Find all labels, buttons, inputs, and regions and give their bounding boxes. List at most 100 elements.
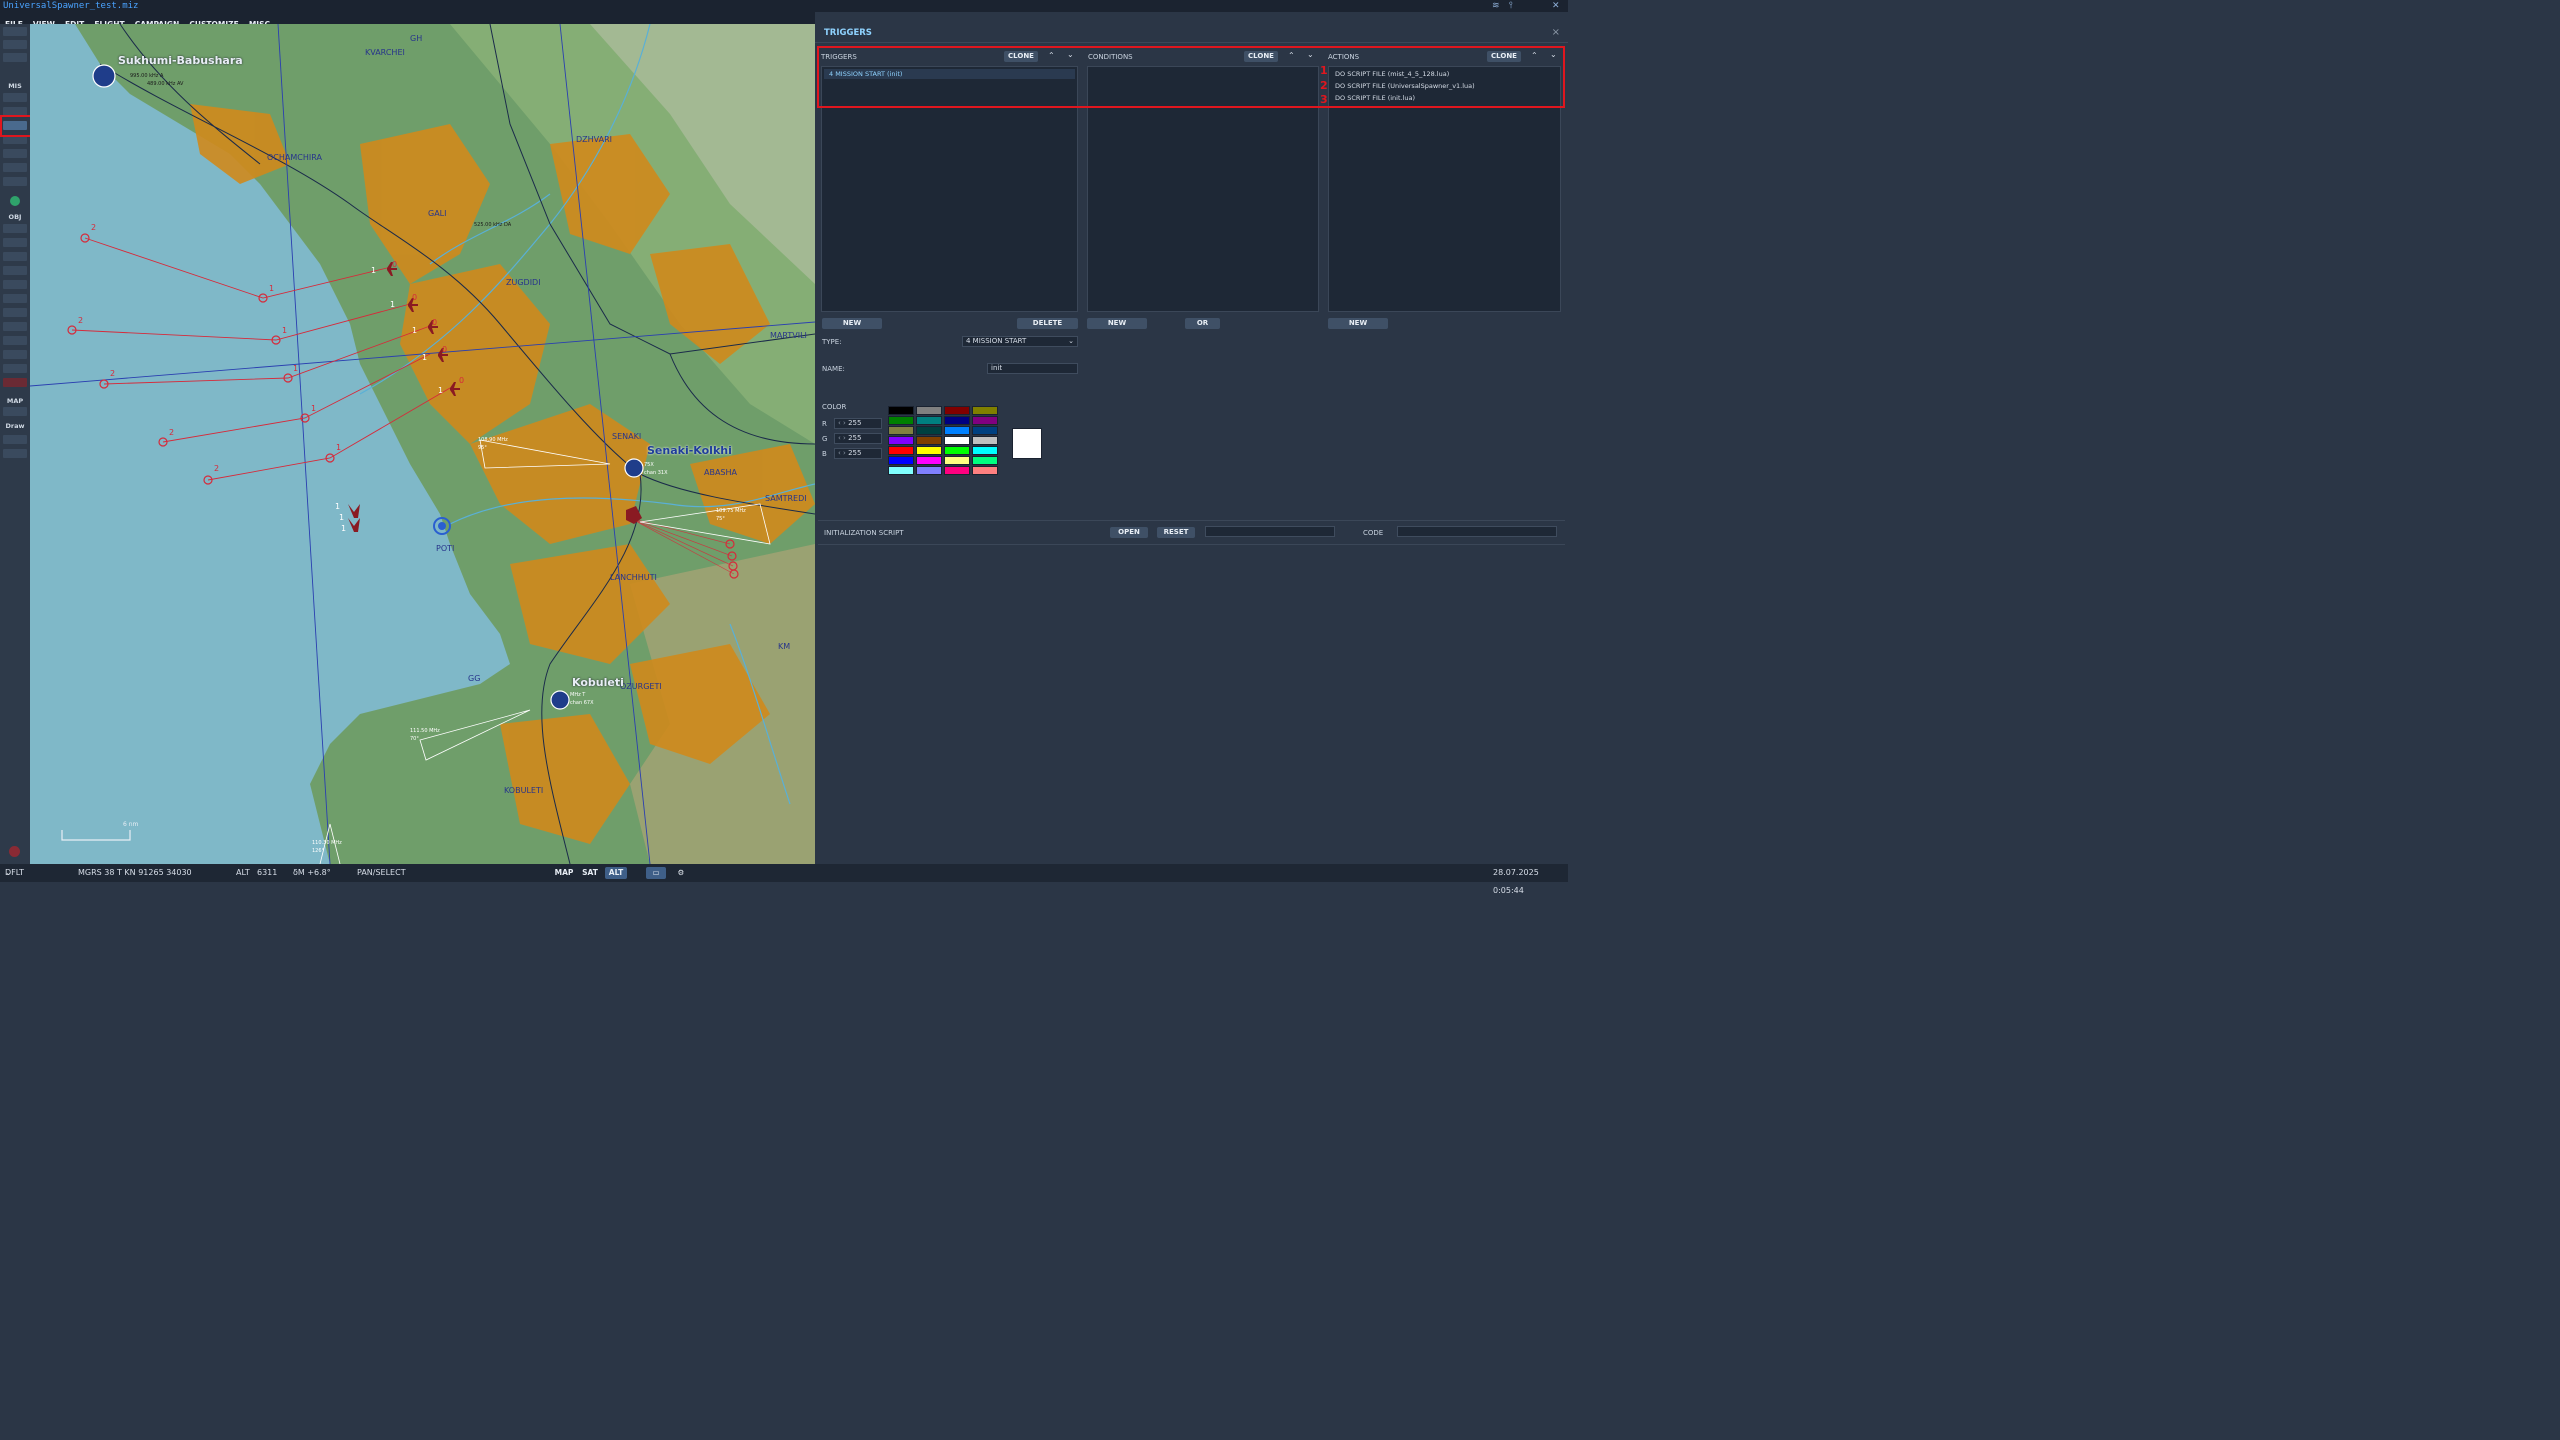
- open-mission-button[interactable]: [3, 40, 27, 49]
- freq-label: 489.00 kHz AV: [147, 81, 184, 87]
- color-swatch[interactable]: [972, 436, 998, 445]
- init-script-open-button[interactable]: OPEN: [1110, 527, 1148, 538]
- record-icon[interactable]: [9, 846, 20, 857]
- triggers-delete-button[interactable]: DELETE: [1017, 318, 1078, 329]
- color-swatch[interactable]: [916, 466, 942, 475]
- freq-label: 109.75 MHz: [716, 508, 746, 514]
- draw-button[interactable]: Draw: [0, 422, 30, 430]
- profile-value: DFLT: [5, 868, 25, 877]
- init-script-reset-button[interactable]: RESET: [1157, 527, 1195, 538]
- triggers-panel: TRIGGERS × TRIGGERS CLONE ⌃ ⌄ 4 MISSION …: [815, 24, 1568, 864]
- briefing-button[interactable]: [3, 93, 27, 102]
- alt-toggle-button[interactable]: ALT: [605, 867, 627, 879]
- templates-button[interactable]: [3, 177, 27, 186]
- map-toggle-button[interactable]: MAP: [553, 867, 575, 879]
- waypoint-number: 1: [412, 326, 418, 335]
- color-swatch[interactable]: [888, 446, 914, 455]
- close-icon[interactable]: ×: [1552, 27, 1560, 38]
- color-swatch[interactable]: [916, 426, 942, 435]
- color-swatch[interactable]: [916, 416, 942, 425]
- settings-icon[interactable]: ⚙: [674, 867, 688, 879]
- stepper-arrows-icon[interactable]: ‹ ›: [838, 434, 846, 442]
- map-layer-button[interactable]: [3, 449, 27, 458]
- sat-toggle-button[interactable]: SAT: [579, 867, 601, 879]
- add-route-button[interactable]: [3, 308, 27, 317]
- triggers-new-button[interactable]: NEW: [822, 318, 882, 329]
- color-swatch[interactable]: [888, 466, 914, 475]
- type-dropdown[interactable]: 4 MISSION START ⌄: [962, 336, 1078, 347]
- add-template-button[interactable]: [3, 350, 27, 359]
- waypoint-number: 1: [311, 404, 317, 413]
- map-label-ochamchira: OCHAMCHIRA: [267, 153, 322, 162]
- conditions-or-button[interactable]: OR: [1185, 318, 1220, 329]
- color-preview: [1012, 428, 1042, 459]
- freq-label: 70°: [410, 736, 419, 742]
- check-button[interactable]: [3, 163, 27, 172]
- color-g-stepper[interactable]: ‹ › 255: [834, 433, 882, 444]
- color-swatch[interactable]: [972, 446, 998, 455]
- map-label-gg: GG: [468, 674, 481, 683]
- name-field[interactable]: init: [987, 363, 1078, 374]
- color-swatch[interactable]: [916, 406, 942, 415]
- airbase-senaki-label[interactable]: Senaki-Kolkhi: [647, 444, 732, 457]
- delete-button[interactable]: [3, 378, 27, 387]
- color-swatch[interactable]: [888, 436, 914, 445]
- color-swatch[interactable]: [916, 446, 942, 455]
- color-swatch[interactable]: [972, 456, 998, 465]
- color-swatch[interactable]: [888, 426, 914, 435]
- color-swatch[interactable]: [972, 406, 998, 415]
- save-mission-button[interactable]: [3, 53, 27, 62]
- color-r-stepper[interactable]: ‹ › 255: [834, 418, 882, 429]
- add-ship-button[interactable]: [3, 252, 27, 261]
- init-script-file-field[interactable]: [1205, 526, 1335, 537]
- obj-section-label: OBJ: [8, 213, 22, 221]
- code-field[interactable]: [1397, 526, 1557, 537]
- color-swatch[interactable]: [972, 416, 998, 425]
- actions-new-button[interactable]: NEW: [1328, 318, 1388, 329]
- color-swatch[interactable]: [972, 426, 998, 435]
- nav-points-button[interactable]: [3, 149, 27, 158]
- color-swatch[interactable]: [944, 426, 970, 435]
- add-plane-button[interactable]: [3, 224, 27, 233]
- color-swatch[interactable]: [944, 416, 970, 425]
- freq-label: 95°: [478, 445, 487, 451]
- color-swatch[interactable]: [944, 466, 970, 475]
- color-swatch[interactable]: [944, 436, 970, 445]
- waypoint-number: 2: [169, 428, 175, 437]
- add-group-button[interactable]: [3, 294, 27, 303]
- add-radar-button[interactable]: [3, 336, 27, 345]
- layers-icon[interactable]: ▭: [646, 867, 666, 879]
- color-swatch[interactable]: [972, 466, 998, 475]
- shapes-button[interactable]: [3, 364, 27, 373]
- color-swatch[interactable]: [944, 456, 970, 465]
- freq-label: 111.50 MHz: [410, 728, 440, 734]
- measure-button[interactable]: [3, 435, 27, 444]
- color-b-stepper[interactable]: ‹ › 255: [834, 448, 882, 459]
- color-swatch[interactable]: [888, 416, 914, 425]
- add-static-button[interactable]: [3, 280, 27, 289]
- map-label-samtredi: SAMTREDI: [765, 494, 807, 503]
- new-mission-button[interactable]: [3, 27, 27, 36]
- map-label-gh: GH: [410, 34, 423, 43]
- color-swatch[interactable]: [916, 456, 942, 465]
- add-zone-button[interactable]: [3, 322, 27, 331]
- add-helicopter-button[interactable]: [3, 238, 27, 247]
- color-swatch[interactable]: [944, 446, 970, 455]
- profile-dropdown[interactable]: DFLT ⌄: [5, 864, 24, 882]
- map-view[interactable]: GH KVARCHEI OCHAMCHIRA DZHVARI GALI ZUGD…: [30, 24, 815, 864]
- color-swatch[interactable]: [888, 406, 914, 415]
- stepper-arrows-icon[interactable]: ‹ ›: [838, 449, 846, 457]
- stepper-arrows-icon[interactable]: ‹ ›: [838, 419, 846, 427]
- ruler-button[interactable]: [3, 407, 27, 416]
- airbase-kobuleti-label[interactable]: Kobuleti: [572, 676, 624, 689]
- map-label-kobuleti-town: KOBULETI: [504, 786, 544, 795]
- color-palette: [888, 406, 1000, 476]
- color-swatch[interactable]: [916, 436, 942, 445]
- scale-label: 6 nm: [123, 821, 139, 828]
- add-vehicle-button[interactable]: [3, 266, 27, 275]
- airbase-sukhumi-label[interactable]: Sukhumi-Babushara: [118, 54, 243, 67]
- window-close-icon[interactable]: ✕: [1552, 0, 1560, 12]
- color-swatch[interactable]: [888, 456, 914, 465]
- conditions-new-button[interactable]: NEW: [1087, 318, 1147, 329]
- color-swatch[interactable]: [944, 406, 970, 415]
